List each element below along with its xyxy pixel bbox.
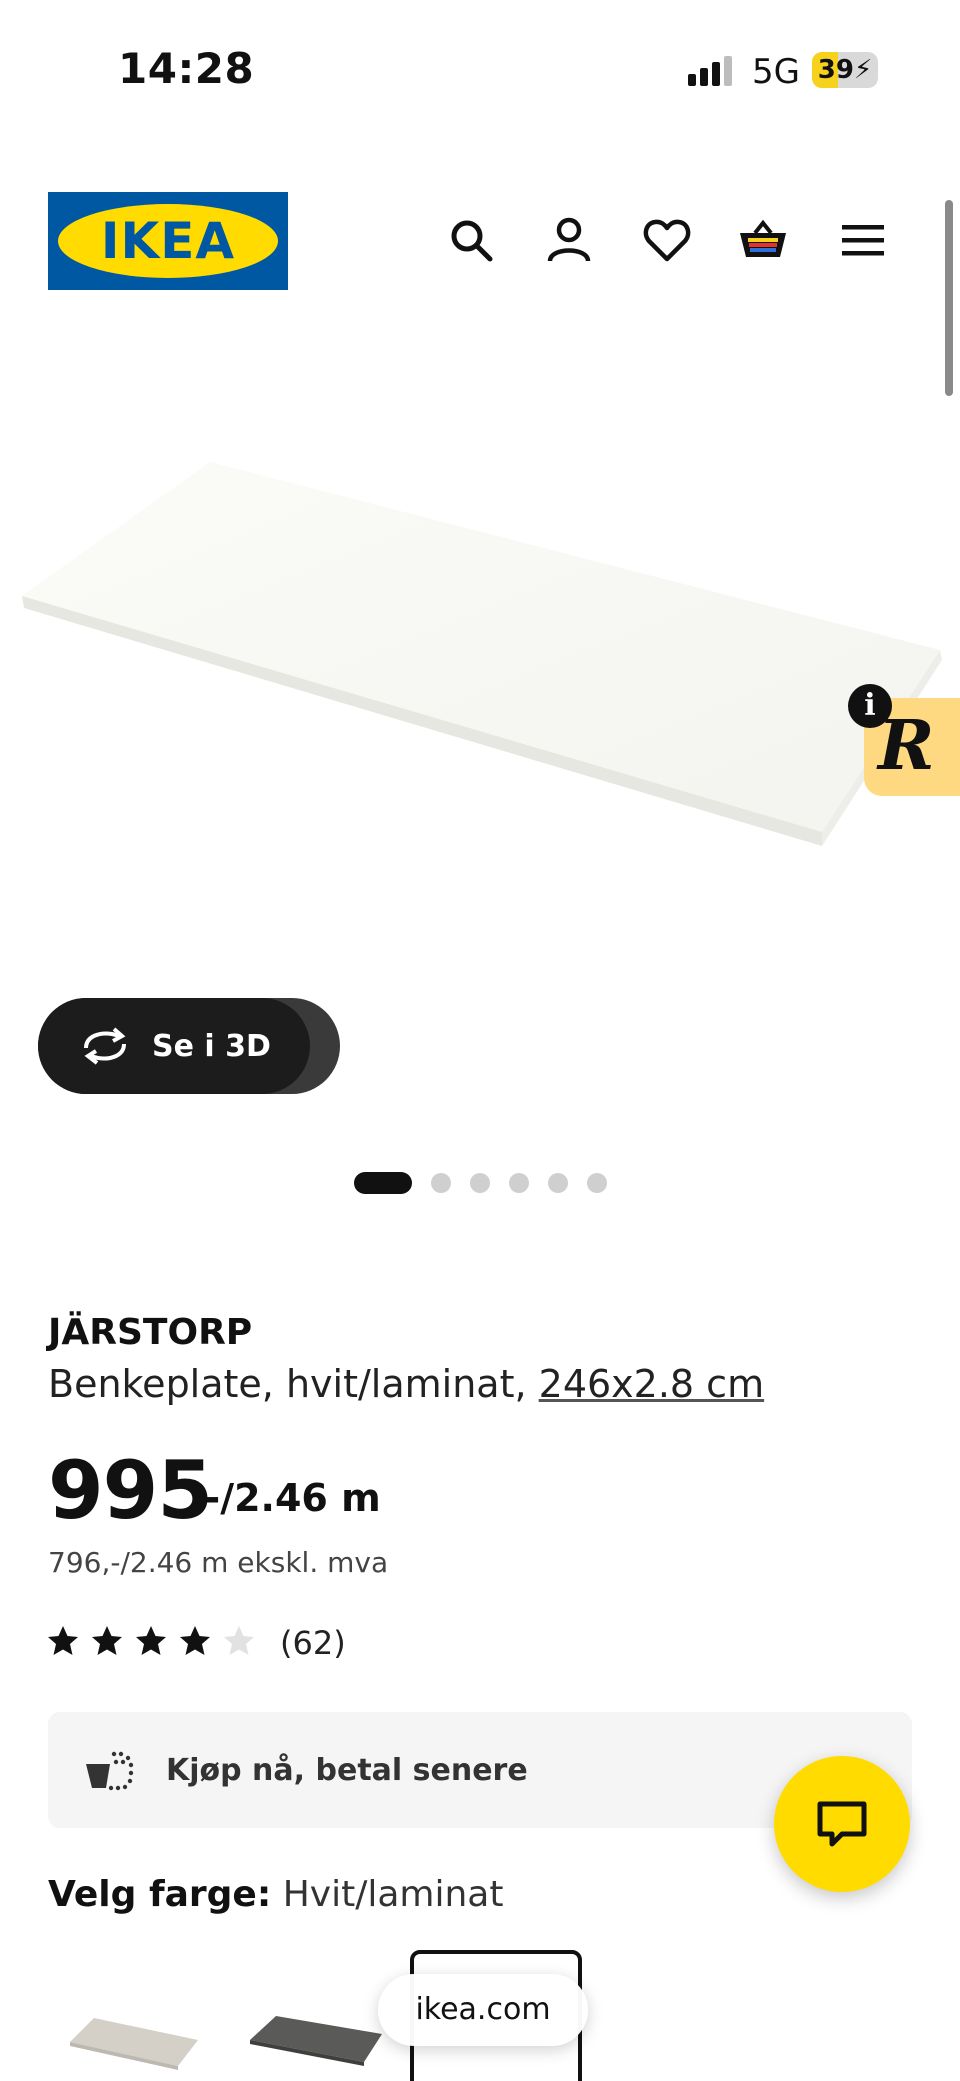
- color-swatch-dark-grey[interactable]: [242, 1990, 392, 2081]
- star-filled-icon: [48, 1626, 78, 1655]
- page-scrollbar[interactable]: [945, 200, 953, 396]
- status-time: 14:28: [118, 44, 255, 93]
- logo-text: IKEA: [100, 212, 236, 270]
- price-excl-vat: 796,-/2.46 m ekskl. mva: [48, 1546, 389, 1579]
- ikea-logo[interactable]: IKEA: [48, 192, 288, 290]
- gallery-pagination[interactable]: [354, 1172, 626, 1194]
- view-3d-button[interactable]: Se i 3D: [38, 998, 310, 1094]
- bolt-icon: ⚡: [853, 55, 873, 85]
- battery-indicator: 39⚡: [812, 52, 878, 88]
- selected-color: Hvit/laminat: [282, 1874, 504, 1915]
- product-image[interactable]: [0, 420, 960, 880]
- chat-icon: [817, 1801, 867, 1847]
- info-icon[interactable]: i: [848, 684, 892, 728]
- gallery-dot[interactable]: [470, 1173, 490, 1193]
- price-unit: ,-/2.46 m: [190, 1476, 381, 1520]
- gallery-dot[interactable]: [509, 1173, 529, 1193]
- rotate-3d-icon: [84, 1027, 126, 1065]
- basket-icon[interactable]: [738, 215, 788, 265]
- gallery-dot[interactable]: [548, 1173, 568, 1193]
- gallery-dot[interactable]: [354, 1172, 412, 1194]
- search-icon[interactable]: [446, 215, 496, 265]
- network-type: 5G: [752, 52, 800, 92]
- battery-level: 39: [817, 55, 854, 85]
- color-swatch-beige[interactable]: [60, 1990, 210, 2081]
- signal-strength-icon: [688, 56, 734, 86]
- product-type: Benkeplate, hvit/laminat,: [48, 1362, 527, 1406]
- product-name: JÄRSTORP: [48, 1312, 253, 1353]
- color-selector-label: Velg farge: Hvit/laminat: [48, 1874, 503, 1915]
- product-size-link[interactable]: 246x2.8 cm: [539, 1362, 764, 1406]
- star-filled-icon: [92, 1626, 122, 1655]
- payment-icon: [84, 1748, 134, 1792]
- view-3d-label: Se i 3D: [152, 1028, 271, 1064]
- browser-url-bar[interactable]: ikea.com: [378, 1974, 588, 2046]
- color-label-title: Velg farge:: [48, 1874, 272, 1915]
- star-filled-icon: [180, 1626, 210, 1655]
- star-empty-icon: [224, 1626, 254, 1655]
- star-filled-icon: [136, 1626, 166, 1655]
- account-icon[interactable]: [544, 215, 594, 265]
- heart-icon[interactable]: [642, 215, 692, 265]
- chat-button[interactable]: [774, 1756, 910, 1892]
- product-price: 995: [48, 1444, 213, 1537]
- buy-now-pay-later-label: Kjøp nå, betal senere: [166, 1753, 528, 1788]
- product-description: Benkeplate, hvit/laminat, 246x2.8 cm: [48, 1362, 764, 1406]
- review-count[interactable]: (62): [280, 1624, 346, 1662]
- menu-icon[interactable]: [838, 215, 888, 265]
- rating-stars[interactable]: [46, 1624, 266, 1658]
- gallery-dot[interactable]: [587, 1173, 607, 1193]
- gallery-dot[interactable]: [431, 1173, 451, 1193]
